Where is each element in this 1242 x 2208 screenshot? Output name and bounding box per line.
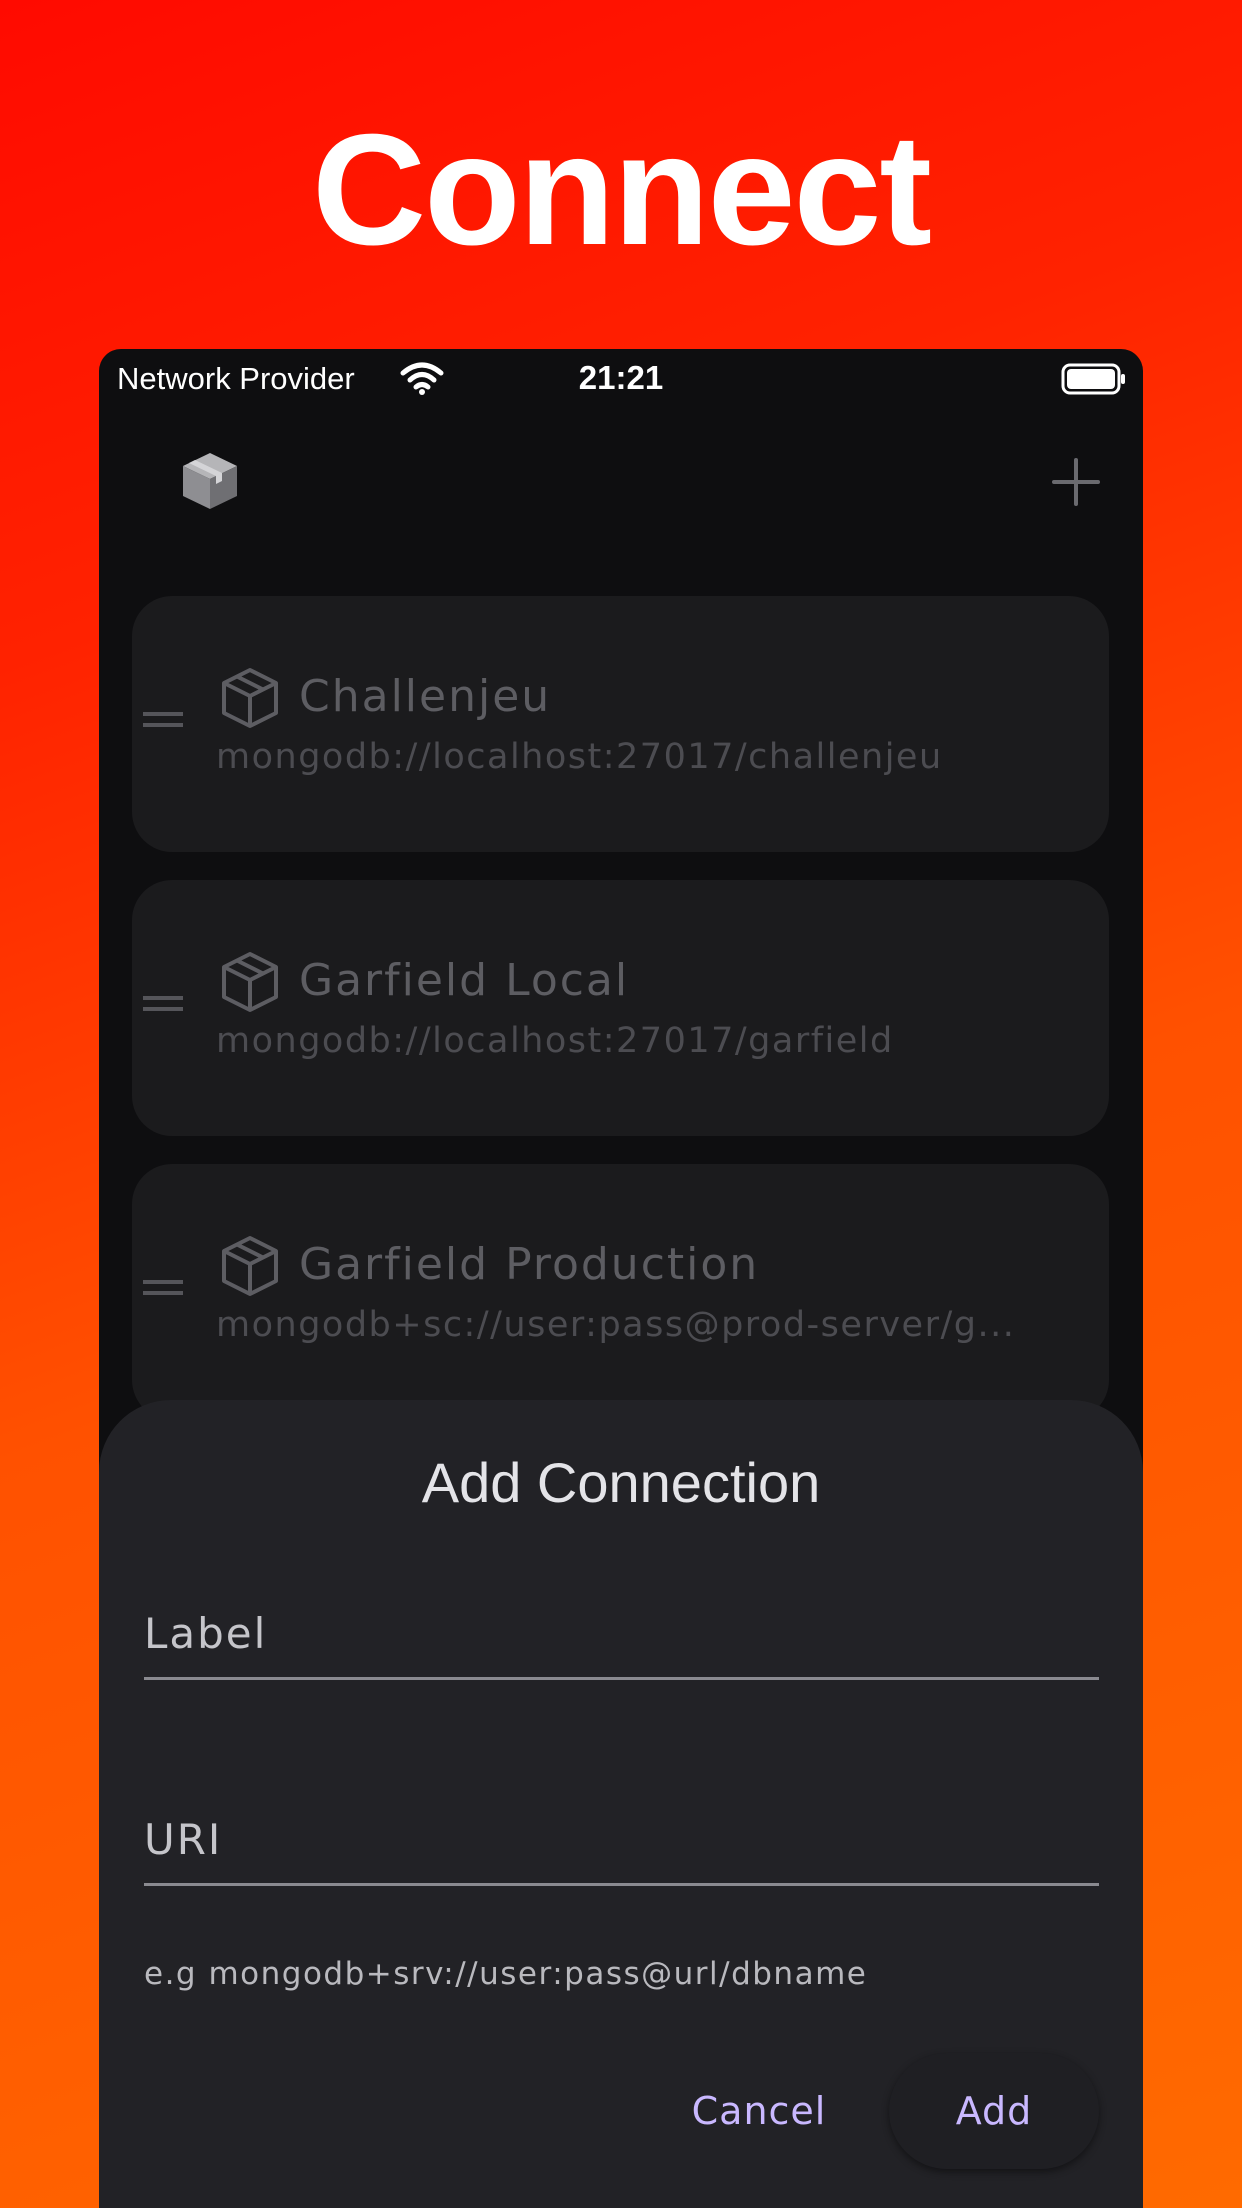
uri-field[interactable]: URI [144,1773,1103,1886]
connection-uri: mongodb://localhost:27017/challenjeu [216,737,943,777]
promo-headline: Connect [312,102,932,278]
cube-icon [219,1234,281,1302]
connection-label: Garfield Local [299,955,630,1006]
add-button[interactable]: Add [889,2053,1099,2169]
status-bar: Network Provider 21:21 [99,349,1143,409]
connection-card[interactable]: Garfield Production mongodb+sc://user:pa… [132,1164,1109,1420]
drag-handle-icon[interactable] [141,1274,185,1306]
cancel-button[interactable]: Cancel [659,2053,859,2169]
label-input[interactable] [144,1597,1103,1659]
dialog-title: Add Connection [421,1451,821,1514]
drag-handle-icon[interactable] [141,990,185,1022]
connection-label: Garfield Production [299,1239,760,1290]
connection-label: Challenjeu [299,671,552,722]
connection-card[interactable]: Garfield Local mongodb://localhost:27017… [132,880,1109,1136]
uri-input[interactable] [144,1803,1103,1865]
package-icon [179,449,241,517]
plus-icon [1052,458,1100,506]
connection-uri: mongodb://localhost:27017/garfield [216,1021,894,1061]
cube-icon [219,950,281,1018]
uri-hint: e.g mongodb+srv://user:pass@url/dbname [144,1956,868,1992]
status-time: 21:21 [578,359,664,396]
battery-icon [1061,363,1127,399]
label-field[interactable]: Label [144,1567,1103,1680]
phone-screen: Network Provider 21:21 Challenjeu mongod… [99,349,1143,2208]
connection-uri: mongodb+sc://user:pass@prod-server/g... [216,1305,1016,1345]
drag-handle-icon[interactable] [141,706,185,738]
add-connection-button[interactable] [1051,457,1101,511]
cube-icon [219,666,281,734]
connection-card[interactable]: Challenjeu mongodb://localhost:27017/cha… [132,596,1109,852]
add-connection-dialog: Add Connection Label URI e.g mongodb+srv… [99,1400,1143,2208]
